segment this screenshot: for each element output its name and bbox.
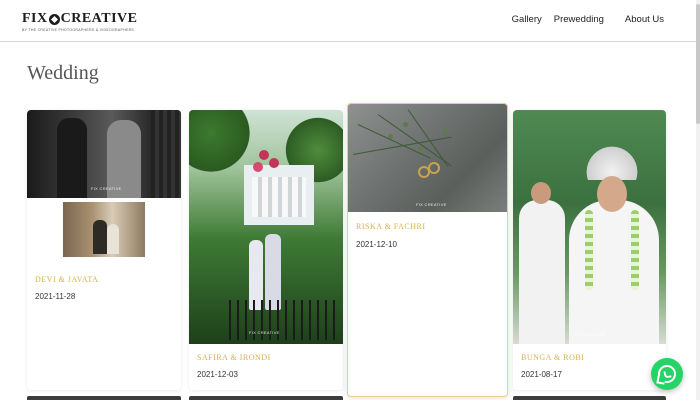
card-photo-main: FIX CREATIVE [189, 110, 343, 344]
card-date: 2021-12-03 [197, 370, 238, 379]
photo-fence [229, 300, 339, 340]
page-scrollbar[interactable] [696, 0, 700, 400]
photo-figure-groom-head [531, 182, 551, 204]
gallery-card-next-row[interactable] [189, 396, 343, 400]
card-photo-secondary [63, 202, 145, 257]
photo-building [244, 165, 314, 225]
page-title: Wedding [27, 62, 99, 84]
photo-watermark: FIX CREATIVE [249, 330, 280, 335]
card-couple-name: SAFIRA & IRONDI [197, 353, 271, 362]
site-header: FIX CREATIVE BY THE CREATIVE PHOTOGRAPHE… [0, 0, 700, 42]
scrollbar-thumb[interactable] [696, 4, 700, 124]
phone-icon [662, 369, 672, 379]
photo-flowers [259, 150, 269, 160]
photo-watermark: FIX CREATIVE [575, 332, 606, 337]
card-couple-name: DEVI & JAVATA [35, 275, 99, 284]
photo-bud [403, 122, 408, 127]
photo-watermark: FIX CREATIVE [416, 202, 447, 207]
card-couple-name: RISKA & FACHRI [356, 222, 426, 231]
photo-figure-groom [265, 234, 281, 310]
brand-wordmark: FIX CREATIVE [22, 11, 138, 27]
photo-curtain [151, 110, 181, 198]
brand-name-left: FIX [22, 11, 48, 26]
gallery-card-riska-fachri[interactable]: FIX CREATIVE RISKA & FACHRI 2021-12-10 [347, 103, 508, 397]
card-photo-main: FIX CREATIVE [27, 110, 181, 198]
photo-garland [631, 210, 639, 290]
photo-figure-bride [569, 200, 659, 344]
nav-item-prewedding[interactable]: Prewedding [554, 14, 604, 25]
main-nav: Gallery Prewedding About Us [512, 14, 664, 25]
gallery-card-next-row[interactable] [513, 396, 666, 400]
diamond-logo-icon [48, 13, 60, 25]
card-photo-main: FIX CREATIVE [348, 104, 507, 212]
photo-figure [93, 220, 107, 254]
gallery-card-bunga-robi[interactable]: FIX CREATIVE BUNGA & ROBI 2021-08-17 [513, 110, 666, 390]
photo-figure [107, 224, 119, 254]
photo-figure-groom [57, 118, 87, 198]
card-date: 2021-08-17 [521, 370, 562, 379]
photo-garland [585, 210, 593, 290]
photo-watermark: FIX CREATIVE [91, 186, 122, 191]
brand-tagline: BY THE CREATIVE PHOTOGRAPHERS & VIDEOGRA… [22, 28, 135, 32]
brand-logo[interactable]: FIX CREATIVE BY THE CREATIVE PHOTOGRAPHE… [22, 11, 138, 32]
photo-ring [428, 162, 440, 174]
gallery-card-devi-javata[interactable]: FIX CREATIVE DEVI & JAVATA 2021-11-28 [27, 110, 181, 390]
nav-item-about-us[interactable]: About Us [625, 14, 664, 25]
nav-item-gallery[interactable]: Gallery [512, 14, 542, 25]
photo-figure-groom [519, 200, 565, 344]
whatsapp-chat-button[interactable] [651, 358, 683, 390]
gallery-card-next-row[interactable] [27, 396, 181, 400]
photo-figure-bride-head [597, 176, 627, 212]
photo-headdress [585, 140, 639, 180]
photo-bud [388, 134, 393, 139]
card-date: 2021-12-10 [356, 240, 397, 249]
photo-bud [418, 146, 423, 151]
card-photo-main: FIX CREATIVE [513, 110, 666, 344]
gallery-card-safira-irondi[interactable]: FIX CREATIVE SAFIRA & IRONDI 2021-12-03 [189, 110, 343, 390]
photo-bud [443, 129, 448, 134]
brand-name-right: CREATIVE [60, 11, 138, 26]
card-date: 2021-11-28 [35, 292, 76, 301]
card-couple-name: BUNGA & ROBI [521, 353, 585, 362]
